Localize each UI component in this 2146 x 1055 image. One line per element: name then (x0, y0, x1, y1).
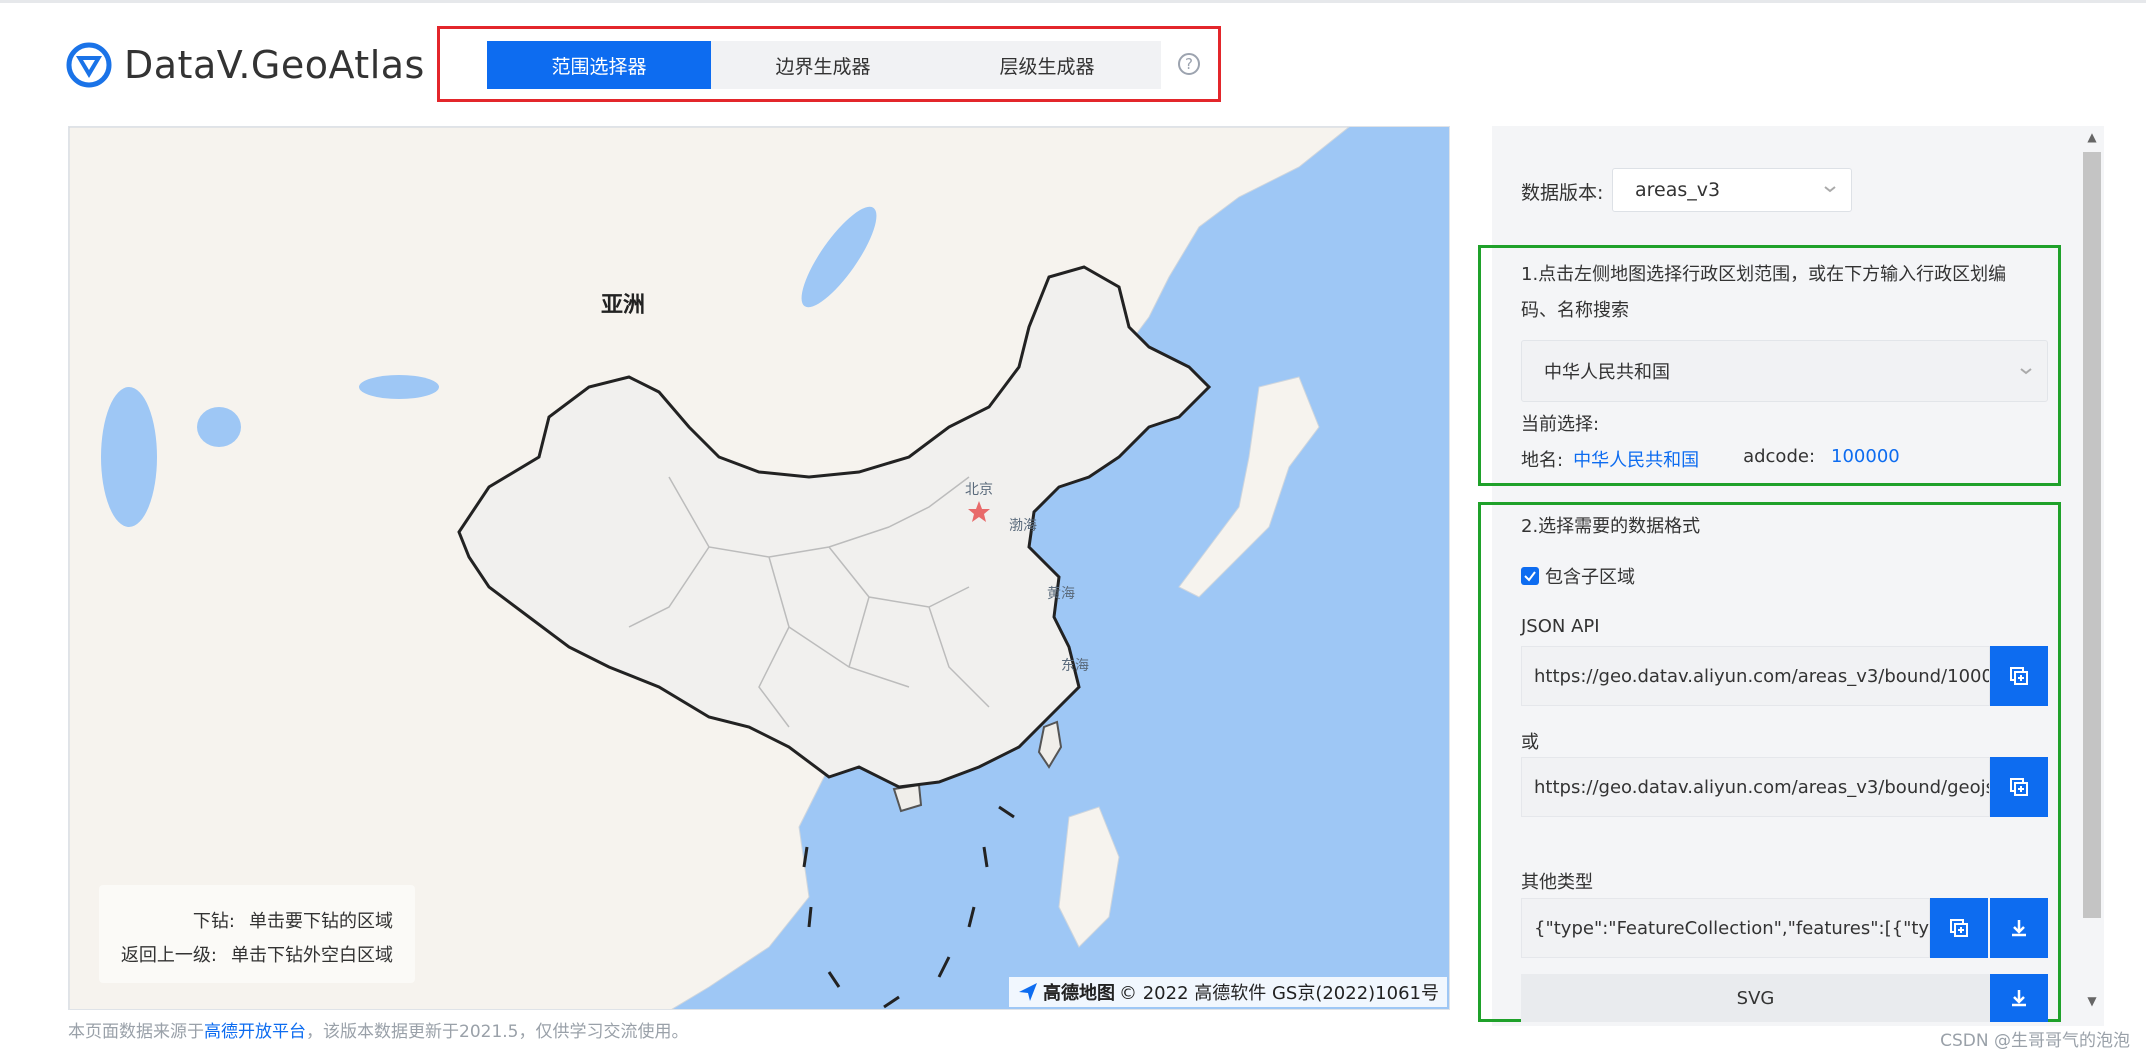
drill-down-text: 单击要下钻的区域 (249, 911, 393, 932)
geojson-url-field[interactable]: https://geo.datav.aliyun.com/areas_v3/bo… (1521, 757, 1990, 817)
continent-label: 亚洲 (601, 293, 646, 318)
download-icon (2012, 990, 2026, 1007)
adcode-value: 100000 (1831, 446, 1900, 467)
drill-up-text: 单击下钻外空白区域 (231, 945, 393, 966)
download-svg-button[interactable] (1990, 974, 2048, 1022)
aral-sea (197, 407, 241, 447)
copy-icon (2010, 667, 2028, 685)
adcode-label: adcode: (1743, 446, 1816, 467)
datav-logo-icon (66, 42, 112, 88)
hainan-island (892, 783, 923, 813)
place-value: 中华人民共和国 (1573, 450, 1700, 471)
place-label: 地名: (1521, 450, 1564, 471)
caspian-sea (101, 387, 157, 527)
include-children-checkbox[interactable]: 包含子区域 (1521, 563, 1635, 589)
japan-island (1178, 376, 1320, 598)
philippines (1058, 806, 1120, 948)
svg-download-row[interactable]: SVG (1521, 974, 1990, 1022)
lake-balkhash (359, 375, 439, 399)
checkbox-checked-icon (1521, 567, 1539, 585)
version-value: areas_v3 (1635, 179, 1721, 201)
chevron-down-icon (1824, 186, 1836, 193)
donghai-label: 东海 (1061, 658, 1089, 674)
step2-title: 2.选择需要的数据格式 (1521, 516, 1701, 537)
tab-boundary-generator[interactable]: 边界生成器 (711, 41, 935, 89)
drill-down-label: 下钻: (192, 911, 235, 932)
huanghai-label: 黄海 (1047, 586, 1075, 602)
drill-up-label: 返回上一级: (120, 945, 217, 966)
watermark: CSDN @生哥哥气的泡泡 (1940, 1031, 2130, 1051)
attribution-text: © 2022 高德软件 GS京(2022)1061号 (1118, 983, 1439, 1004)
tab-range-selector[interactable]: 范围选择器 (487, 41, 711, 89)
copy-icon (2010, 778, 2028, 796)
download-other-button[interactable] (1990, 898, 2048, 958)
other-types-label: 其他类型 (1521, 872, 1593, 893)
copy-geojson-button[interactable] (1990, 757, 2048, 817)
json-api-url-field[interactable]: https://geo.datav.aliyun.com/areas_v3/bo… (1521, 646, 1990, 706)
scroll-up-icon[interactable]: ▲ (2083, 128, 2101, 146)
footer-link[interactable]: 高德开放平台 (204, 1022, 306, 1042)
step1-instructions: 1.点击左侧地图选择行政区划范围，或在下方输入行政区划编码、名称搜索 (1521, 264, 2007, 321)
other-types-field[interactable]: {"type":"FeatureCollection","features":[… (1521, 898, 1930, 958)
bohai-label: 渤海 (1009, 518, 1037, 534)
beijing-label: 北京 (965, 482, 993, 498)
copy-json-api-button[interactable] (1990, 646, 2048, 706)
footer-suffix: ，该版本数据更新于2021.5，仅供学习交流使用。 (306, 1022, 689, 1042)
brand[interactable]: DataV.GeoAtlas (66, 40, 425, 90)
panel-scrollbar-thumb[interactable] (2083, 152, 2101, 918)
version-label: 数据版本: (1521, 182, 1604, 204)
copy-icon (1950, 919, 1968, 937)
map-attribution: 高德地图 © 2022 高德软件 GS京(2022)1061号 (1008, 977, 1447, 1007)
amap-logo-icon (1018, 983, 1037, 1001)
footer-note: 本页面数据来源于高德开放平台，该版本数据更新于2021.5，仅供学习交流使用。 (68, 1017, 688, 1042)
map-hint-box: 下钻: 单击要下钻的区域 返回上一级: 单击下钻外空白区域 (99, 885, 415, 983)
top-divider (0, 0, 2146, 3)
mode-tabs: 范围选择器 边界生成器 层级生成器 (487, 41, 1161, 89)
amap-brand: 高德地图 (1042, 983, 1115, 1004)
scroll-down-icon[interactable]: ▼ (2083, 992, 2101, 1010)
tab-level-generator[interactable]: 层级生成器 (935, 41, 1159, 89)
json-api-label: JSON API (1521, 616, 1600, 637)
chevron-down-icon (2020, 368, 2032, 375)
copy-other-button[interactable] (1930, 898, 1988, 958)
include-children-label: 包含子区域 (1545, 567, 1635, 588)
footer-prefix: 本页面数据来源于 (68, 1022, 204, 1042)
or-label: 或 (1521, 732, 1539, 753)
svg-label: SVG (1736, 987, 1775, 1009)
map-canvas[interactable]: 亚洲 北京 渤海 黄海 东海 下钻: 单击要下钻的区域 返回上一级: 单击下钻外… (68, 126, 1450, 1010)
map-graphic (69, 127, 1350, 1009)
help-icon[interactable]: ? (1178, 53, 1200, 75)
taiwan-island (1037, 720, 1063, 769)
brand-name: DataV.GeoAtlas (124, 43, 425, 87)
nine-dash-line (802, 805, 1015, 1009)
region-value: 中华人民共和国 (1544, 362, 1670, 383)
version-select[interactable]: areas_v3 (1612, 168, 1852, 212)
region-select[interactable]: 中华人民共和国 (1521, 340, 2048, 402)
current-selection-row: 地名: 中华人民共和国 adcode: 100000 (1521, 446, 1900, 472)
download-icon (2012, 920, 2026, 937)
current-selection-label: 当前选择: (1521, 414, 1600, 435)
